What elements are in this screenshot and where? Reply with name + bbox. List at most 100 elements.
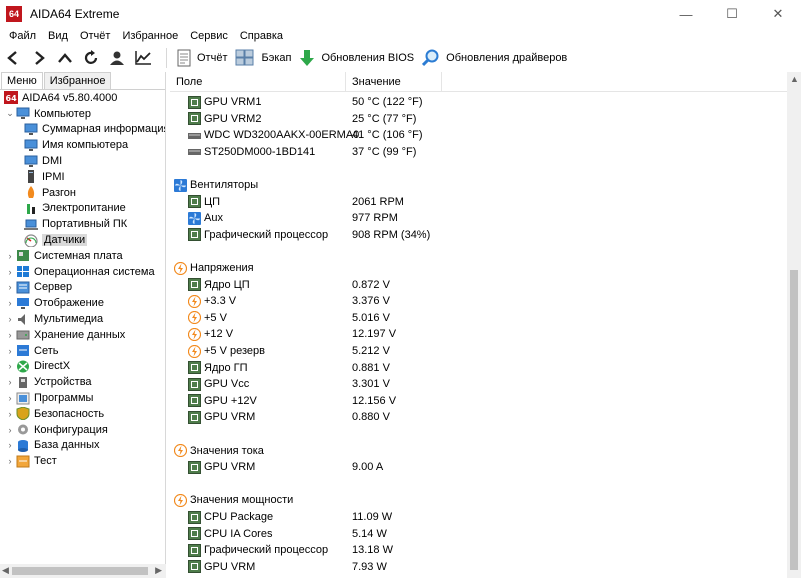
expand-arrow-icon[interactable]: › (4, 282, 16, 292)
sensor-row[interactable]: GPU VRM 0.880 V (188, 409, 390, 425)
tree-item-computer[interactable]: ⌄ Компьютер (0, 106, 165, 122)
tree-item-storage[interactable]: › Хранение данных (0, 327, 165, 343)
tree-item-computer[interactable]: Имя компьютера (0, 137, 165, 153)
expand-arrow-icon[interactable]: › (4, 409, 16, 419)
scroll-left-icon[interactable]: ◀ (2, 565, 9, 576)
sensor-row[interactable]: CPU IA Cores 5.14 W (188, 526, 387, 542)
sensor-row[interactable]: +12 V 12.197 V (187, 326, 396, 342)
collapse-arrow-icon[interactable]: ⌄ (4, 108, 16, 119)
tree-item-programs[interactable]: › Программы (0, 390, 165, 406)
tree-item-security[interactable]: › Безопасность (0, 406, 165, 422)
expand-arrow-icon[interactable]: › (4, 377, 16, 387)
computer-icon (24, 123, 38, 136)
tree-item-label: Программы (34, 392, 94, 405)
column-field-header[interactable]: Поле (170, 72, 346, 91)
sensor-row[interactable]: GPU VRM 7.93 W (188, 559, 387, 575)
tree-item-ipmi[interactable]: IPMI (0, 169, 165, 185)
expand-arrow-icon[interactable]: › (4, 361, 16, 371)
section-header[interactable]: Вентиляторы (174, 177, 258, 193)
tree-item-server[interactable]: › Сервер (0, 280, 165, 296)
sensor-row[interactable]: Графический процессор 13.18 W (188, 542, 393, 558)
sensor-row[interactable]: GPU VRM2 25 °C (77 °F) (188, 111, 416, 127)
forward-button[interactable] (26, 46, 52, 70)
menu-service[interactable]: Сервис (184, 28, 234, 44)
maximize-button[interactable]: ☐ (709, 0, 755, 28)
menu-report[interactable]: Отчёт (74, 28, 116, 44)
tree-item-flame[interactable]: Разгон (0, 185, 165, 201)
sensor-row[interactable]: Графический процессор 908 RPM (34%) (188, 227, 430, 243)
tree-item-power[interactable]: Электропитание (0, 201, 165, 217)
tree-item-devices[interactable]: › Устройства (0, 374, 165, 390)
section-header[interactable]: Напряжения (173, 260, 254, 276)
sensor-row[interactable]: ST250DM000-1BD141 37 °C (99 °F) (188, 144, 416, 160)
sensor-row[interactable]: ЦП 2061 RPM (188, 194, 404, 210)
driver-update-button[interactable]: Обновления драйверов (420, 46, 573, 70)
backup-button[interactable]: Бэкап (233, 46, 297, 70)
tab-favorites[interactable]: Избранное (43, 72, 112, 89)
horizontal-scroll-thumb[interactable] (12, 567, 148, 575)
sensor-row[interactable]: +5 V 5.016 V (187, 310, 390, 326)
sensor-row[interactable]: GPU VRM 9.00 A (188, 459, 383, 475)
sensor-row[interactable]: Ядро ГП 0.881 V (188, 360, 390, 376)
expand-arrow-icon[interactable]: › (4, 251, 16, 261)
expand-arrow-icon[interactable]: › (4, 346, 16, 356)
tree-item-display[interactable]: › Отображение (0, 295, 165, 311)
menu-view[interactable]: Вид (42, 28, 74, 44)
refresh-button[interactable] (78, 46, 104, 70)
tab-menu[interactable]: Меню (1, 72, 43, 89)
expand-arrow-icon[interactable]: › (4, 314, 16, 324)
expand-arrow-icon[interactable]: › (4, 298, 16, 308)
up-button[interactable] (52, 46, 78, 70)
tree-item-test[interactable]: › Тест (0, 453, 165, 469)
tree-item-computer[interactable]: DMI (0, 153, 165, 169)
tree-item-gauge[interactable]: Датчики (0, 232, 165, 248)
svg-text:64: 64 (6, 94, 18, 103)
menu-help[interactable]: Справка (234, 28, 289, 44)
vertical-scrollbar[interactable]: ▲ (787, 72, 801, 578)
section-header[interactable]: Значения тока (173, 443, 264, 459)
expand-arrow-icon[interactable]: › (4, 330, 16, 340)
chart-button[interactable] (130, 46, 156, 70)
close-button[interactable]: ✕ (755, 0, 801, 28)
bios-update-button[interactable]: Обновления BIOS (297, 46, 420, 70)
user-button[interactable] (104, 46, 130, 70)
horizontal-scrollbar[interactable]: ◀ ▶ (0, 564, 166, 578)
tree-item-xbox[interactable]: › DirectX (0, 359, 165, 375)
back-button[interactable] (0, 46, 26, 70)
tree-item-laptop[interactable]: Портативный ПК (0, 216, 165, 232)
minimize-button[interactable]: — (663, 0, 709, 28)
aida-logo-icon: 64 (4, 91, 18, 105)
expand-arrow-icon[interactable]: › (4, 425, 16, 435)
sensor-row[interactable]: Aux 977 RPM (188, 210, 398, 226)
tree-item-windows[interactable]: › Операционная система (0, 264, 165, 280)
tree-item-aida-logo[interactable]: 64 AIDA64 v5.80.4000 (0, 90, 165, 106)
tree-item-config[interactable]: › Конфигурация (0, 422, 165, 438)
sensor-row[interactable]: GPU Vcc 3.301 V (188, 376, 390, 392)
tree-item-database[interactable]: › База данных (0, 438, 165, 454)
expand-arrow-icon[interactable]: › (4, 267, 16, 277)
sensor-field: ST250DM000-1BD141 (204, 145, 316, 158)
sensor-row[interactable]: GPU VRM1 50 °C (122 °F) (188, 94, 423, 110)
scroll-right-icon[interactable]: ▶ (155, 565, 162, 576)
report-button[interactable]: Отчёт (175, 46, 233, 70)
sensor-row[interactable]: WDC WD3200AAKX-00ERMA0 41 °C (106 °F) (188, 127, 423, 143)
sensor-row[interactable]: CPU Package 11.09 W (188, 509, 392, 525)
sensor-row[interactable]: Ядро ЦП 0.872 V (188, 277, 390, 293)
sensor-row[interactable]: GPU +12V 12.156 V (188, 393, 396, 409)
sensor-row[interactable]: +3.3 V 3.376 V (187, 293, 390, 309)
menu-favorites[interactable]: Избранное (116, 28, 184, 44)
expand-arrow-icon[interactable]: › (4, 393, 16, 403)
expand-arrow-icon[interactable]: › (4, 440, 16, 450)
menu-file[interactable]: Файл (3, 28, 42, 44)
scroll-up-icon[interactable]: ▲ (790, 74, 799, 84)
vertical-scroll-thumb[interactable] (790, 270, 798, 570)
tree-item-board[interactable]: › Системная плата (0, 248, 165, 264)
expand-arrow-icon[interactable]: › (4, 456, 16, 466)
tree-item-network[interactable]: › Сеть (0, 343, 165, 359)
tree-item-label: Конфигурация (34, 423, 108, 436)
sensor-row[interactable]: +5 V резерв 5.212 V (187, 343, 390, 359)
column-value-header[interactable]: Значение (346, 72, 442, 91)
tree-item-computer[interactable]: Суммарная информация (0, 122, 165, 138)
tree-item-multimedia[interactable]: › Мультимедиа (0, 311, 165, 327)
section-header[interactable]: Значения мощности (173, 492, 293, 508)
